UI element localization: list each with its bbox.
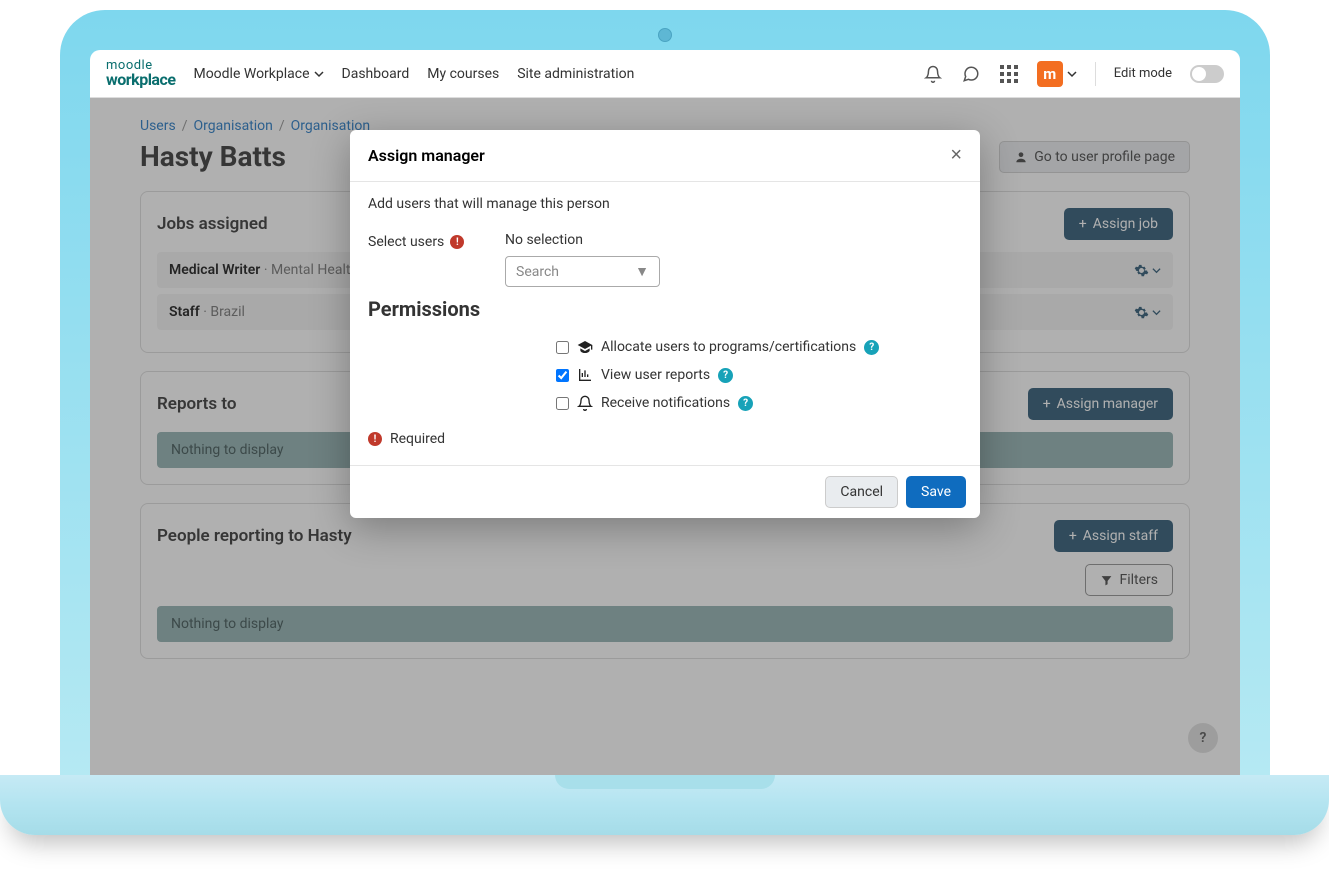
cancel-button[interactable]: Cancel (825, 476, 898, 508)
laptop-camera (658, 28, 672, 42)
nav-workspace[interactable]: Moodle Workplace (193, 66, 323, 82)
help-icon[interactable]: ? (718, 368, 733, 383)
dropdown-icon: ▼ (635, 263, 649, 280)
brand-line2: workplace (106, 72, 175, 88)
permission-row: Allocate users to programs/certification… (368, 333, 962, 361)
graduation-icon (577, 339, 593, 355)
permissions-title: Permissions (368, 297, 962, 321)
nav-siteadmin[interactable]: Site administration (517, 66, 634, 82)
help-icon[interactable]: ? (738, 396, 753, 411)
chevron-down-icon (1067, 69, 1077, 79)
chevron-down-icon (314, 69, 324, 79)
nav-dashboard[interactable]: Dashboard (342, 66, 410, 82)
perm-reports-checkbox[interactable] (556, 369, 569, 382)
perm-reports-label: View user reports (601, 367, 710, 383)
perm-allocate-label: Allocate users to programs/certification… (601, 339, 856, 355)
chart-icon (577, 367, 593, 383)
avatar: m (1037, 61, 1063, 87)
required-icon: ! (368, 432, 382, 446)
cancel-label: Cancel (840, 484, 883, 500)
required-note: ! Required (368, 431, 962, 447)
required-note-label: Required (390, 431, 445, 447)
select-users-label: Select users (368, 234, 444, 250)
bell-icon (577, 395, 593, 411)
app-grid-icon[interactable] (999, 64, 1019, 84)
app-screen: moodle workplace Moodle Workplace Dashbo… (90, 50, 1240, 775)
permission-row: Receive notifications ? (368, 389, 962, 417)
close-icon[interactable]: × (950, 144, 962, 167)
assign-manager-modal: Assign manager × Add users that will man… (350, 130, 980, 518)
nav-workspace-label: Moodle Workplace (193, 66, 309, 82)
perm-notifications-label: Receive notifications (601, 395, 730, 411)
perm-notifications-checkbox[interactable] (556, 397, 569, 410)
help-icon[interactable]: ? (864, 340, 879, 355)
no-selection-text: No selection (505, 232, 962, 248)
save-label: Save (921, 484, 951, 500)
modal-title: Assign manager (368, 146, 485, 165)
search-users-select[interactable]: Search ▼ (505, 256, 660, 287)
chat-icon[interactable] (961, 64, 981, 84)
modal-description: Add users that will manage this person (368, 196, 962, 212)
user-menu[interactable]: m (1037, 61, 1077, 87)
required-icon: ! (450, 235, 464, 249)
nav-mycourses[interactable]: My courses (427, 66, 499, 82)
search-placeholder: Search (516, 264, 559, 280)
brand-logo: moodle workplace (106, 59, 175, 88)
topbar: moodle workplace Moodle Workplace Dashbo… (90, 50, 1240, 98)
bell-icon[interactable] (923, 64, 943, 84)
permission-row: View user reports ? (368, 361, 962, 389)
edit-mode-toggle[interactable] (1190, 65, 1224, 83)
divider (1095, 62, 1096, 86)
laptop-base (0, 775, 1329, 835)
edit-mode-label: Edit mode (1114, 66, 1172, 81)
perm-allocate-checkbox[interactable] (556, 341, 569, 354)
laptop-notch (555, 775, 775, 789)
save-button[interactable]: Save (906, 476, 966, 508)
laptop-frame: moodle workplace Moodle Workplace Dashbo… (60, 10, 1270, 775)
